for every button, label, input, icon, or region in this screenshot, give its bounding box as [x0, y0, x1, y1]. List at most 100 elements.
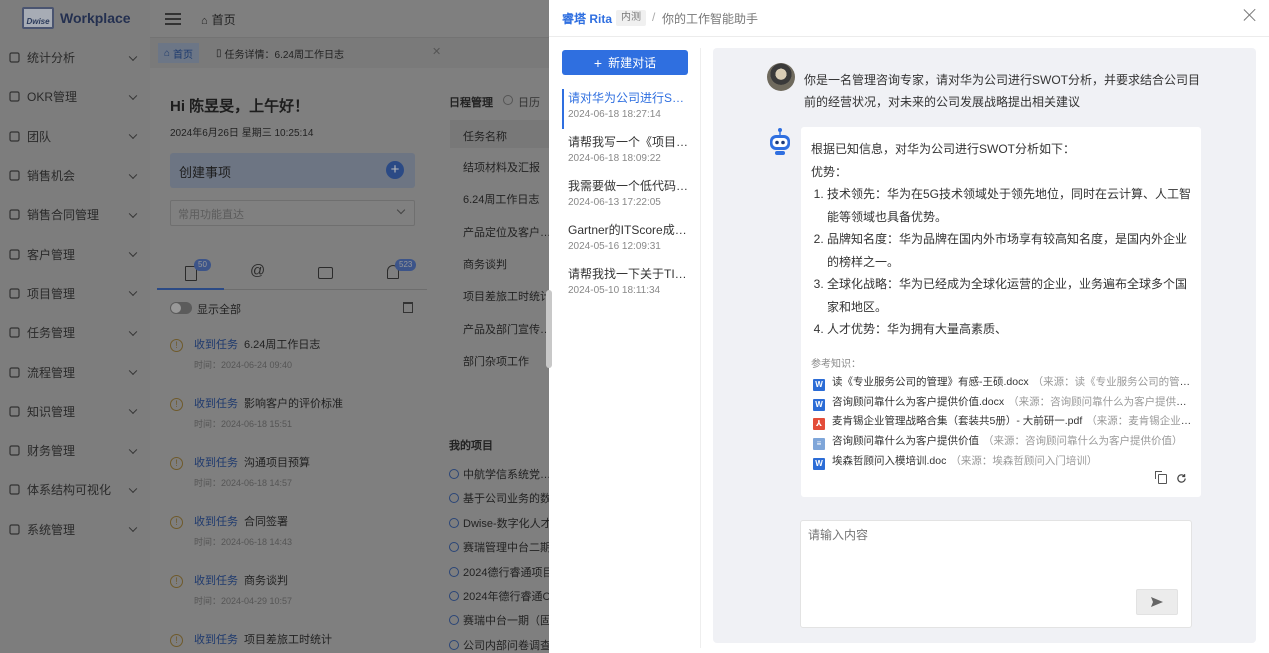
task-tag[interactable]: 收到任务 — [194, 516, 238, 528]
history-time: 2024-05-10 18:11:34 — [568, 285, 661, 296]
project-row[interactable]: 赛瑞管理中台二期… — [449, 539, 562, 555]
schedule-tab-calendar[interactable]: 日历 — [518, 94, 540, 110]
project-row[interactable]: 中航学信系统党… — [449, 466, 551, 482]
history-item[interactable]: 请对华为公司进行SW… 2024-06-18 18:27:14 — [562, 89, 694, 129]
project-row[interactable]: 2024年德行睿通C… — [449, 588, 561, 604]
new-chat-label: 新建对话 — [608, 56, 657, 70]
schedule-row[interactable]: 项目差旅工时统计 — [463, 288, 551, 304]
refresh-icon[interactable] — [1176, 473, 1187, 484]
sidebar-item[interactable]: 销售机会 — [0, 156, 150, 195]
info-icon: ! — [170, 634, 183, 647]
topbar-home[interactable]: ⌂ 首页 — [201, 11, 236, 28]
topbar-home-label: 首页 — [211, 13, 236, 27]
task-tag[interactable]: 收到任务 — [194, 575, 238, 587]
chevron-down-icon — [128, 327, 138, 336]
sidebar-item[interactable]: 任务管理 — [0, 313, 150, 352]
sidebar-item[interactable]: 团队 — [0, 117, 150, 156]
send-button[interactable] — [1136, 589, 1178, 615]
chevron-down-icon — [128, 405, 138, 415]
hamburger-menu-icon[interactable] — [165, 13, 181, 25]
calendar-radio[interactable] — [503, 95, 513, 105]
tab-task-detail[interactable]: ▯ 任务详情：6.24周工作日志 — [216, 43, 344, 63]
sidebar-item[interactable]: 客户管理 — [0, 234, 150, 273]
contract-icon — [9, 209, 20, 220]
sidebar-item-label: 销售机会 — [27, 169, 76, 184]
active-tab-indicator — [157, 288, 224, 290]
new-chat-button[interactable]: + 新建对话 — [562, 50, 688, 75]
reference-item[interactable]: W 咨询顾问靠什么为客户提供价值.docx （来源：咨询顾问靠什么为客户提供价值） — [813, 394, 1193, 412]
task-tag[interactable]: 收到任务 — [194, 339, 238, 351]
schedule-title: 日程管理 — [449, 97, 493, 109]
tab-home[interactable]: ⌂ 首页 — [158, 43, 200, 63]
sidebar-item[interactable]: 销售合同管理 — [0, 195, 150, 234]
project-row[interactable]: 基于公司业务的数… — [449, 490, 562, 506]
create-item-plus-button[interactable]: + — [386, 161, 404, 179]
tab-home-label: 首页 — [173, 49, 194, 61]
chat-input[interactable] — [808, 526, 1178, 586]
notifications-badge: 523 — [395, 259, 417, 271]
close-icon[interactable] — [1243, 8, 1257, 22]
copy-icon[interactable] — [1155, 471, 1167, 484]
history-item[interactable]: 请帮我写一个《项目… 2024-06-18 18:09:22 — [562, 133, 694, 173]
task-tag[interactable]: 收到任务 — [194, 634, 238, 646]
history-item[interactable]: Gartner的ITScore成… 2024-05-16 12:09:31 — [562, 221, 694, 261]
drawer-resize-handle[interactable] — [546, 290, 552, 368]
word-file-icon: W — [813, 379, 825, 391]
project-row[interactable]: 公司内部问卷调查… — [449, 637, 562, 653]
trash-icon[interactable] — [403, 302, 413, 313]
schedule-row[interactable]: 商务谈判 — [463, 256, 507, 272]
reference-name: 埃森哲顾问入模培训.doc — [832, 454, 947, 467]
sidebar-item[interactable]: 统计分析 — [0, 38, 150, 77]
project-name: 公司内部问卷调查… — [463, 639, 562, 652]
history-item[interactable]: 我需要做一个低代码… 2024-06-13 17:22:05 — [562, 177, 694, 217]
task-tag[interactable]: 收到任务 — [194, 398, 238, 410]
word-file-icon: W — [813, 457, 825, 470]
sidebar-item-label: 流程管理 — [27, 365, 76, 380]
sidebar-menu: 统计分析 OKR管理 团队销售机会销售合同管理 客户管理 项目管理 任务管理流程管理知识管… — [0, 38, 150, 549]
schedule-row[interactable]: 产品定位及客户… — [463, 224, 551, 240]
layers-icon — [9, 288, 20, 299]
project-row[interactable]: 赛瑞中台一期（固… — [449, 612, 562, 628]
mention-icon[interactable]: @ — [250, 262, 265, 279]
sidebar-item-label: 统计分析 — [27, 51, 76, 66]
history-item[interactable]: 请帮我找一下关于TIM… 2024-05-10 18:11:34 — [562, 265, 694, 305]
reference-item[interactable]: ≡ 咨询顾问靠什么为客户提供价值 （来源：咨询顾问靠什么为客户提供价值） — [813, 433, 1193, 451]
sidebar-item[interactable]: OKR管理 — [0, 77, 150, 116]
app-logo[interactable]: Dwise Workplace — [22, 7, 131, 29]
comment-icon[interactable] — [318, 267, 333, 279]
drawer-header — [549, 0, 1269, 37]
schedule-row[interactable]: 产品及部门宣传… — [463, 321, 551, 337]
reference-item[interactable]: W 埃森哲顾问入模培训.doc （来源：埃森哲顾问入门培训） — [813, 453, 1193, 471]
task-title: 合同签署 — [244, 516, 288, 528]
sidebar-item-label: 知识管理 — [27, 404, 76, 419]
task-time: 时间：2024-06-18 14:57 — [194, 478, 293, 488]
clock-icon — [449, 493, 459, 504]
schedule-row[interactable]: 结项材料及汇报 — [463, 159, 540, 175]
history-time: 2024-06-13 17:22:05 — [568, 197, 661, 208]
clock-icon — [449, 591, 459, 601]
reference-item[interactable]: ⅄ 麦肯锡企业管理战略合集（套装共5册）- 大前研一.pdf（来源：麦肯锡企业管理… — [813, 413, 1193, 431]
project-row[interactable]: 2024德行睿通项目… — [449, 564, 564, 580]
sidebar-item[interactable]: 系统管理 — [0, 510, 150, 549]
task-tag[interactable]: 收到任务 — [194, 457, 238, 469]
sidebar-item[interactable]: 流程管理 — [0, 352, 150, 391]
chevron-down-icon — [128, 52, 138, 61]
schedule-row[interactable]: 6.24周工作日志 — [463, 191, 539, 207]
target-icon — [9, 91, 20, 103]
history-title: 请帮我写一个《项目… — [568, 135, 689, 149]
sidebar-item[interactable]: 财务管理 — [0, 431, 150, 470]
project-row[interactable]: Dwise-数字化人才… — [449, 515, 563, 531]
show-all-toggle[interactable] — [170, 302, 192, 314]
schedule-row[interactable]: 部门杂项工作 — [463, 353, 529, 369]
tabs-bar — [150, 38, 550, 68]
user-avatar — [767, 63, 795, 91]
sidebar-item[interactable]: 体系结构可视化 — [0, 470, 150, 509]
answer-point: 人才优势：华为拥有大量高素质、 — [827, 318, 1191, 341]
list-icon — [9, 484, 20, 496]
assistant-brand: 睿塔 Rita — [562, 12, 613, 26]
reference-item[interactable]: W 读《专业服务公司的管理》有感-王硕.docx（来源：读《专业服务公司的管理》有… — [813, 374, 1193, 392]
sidebar-item[interactable]: 项目管理 — [0, 274, 150, 313]
task-time: 时间：2024-04-29 10:57 — [194, 596, 293, 606]
sidebar-item[interactable]: 知识管理 — [0, 392, 150, 431]
tab-close-icon[interactable]: ✕ — [432, 45, 441, 58]
